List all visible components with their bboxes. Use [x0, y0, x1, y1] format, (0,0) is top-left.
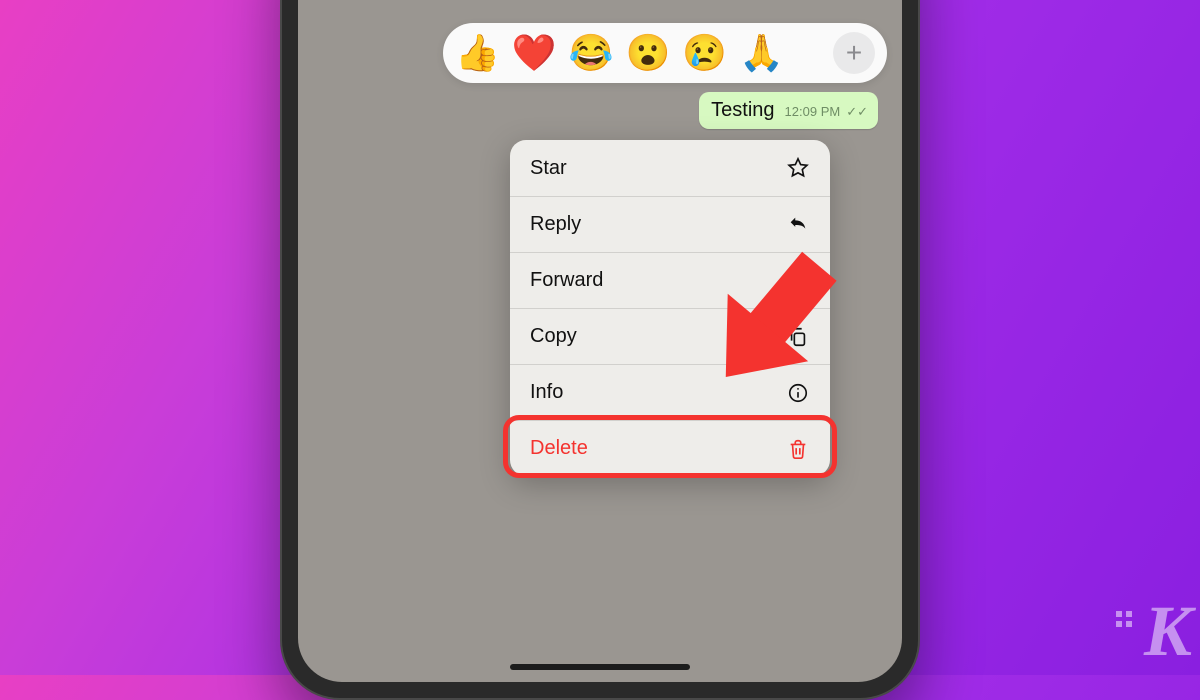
star-icon — [786, 156, 810, 180]
menu-label: Forward — [530, 269, 603, 292]
menu-forward[interactable]: Forward — [510, 252, 830, 308]
forward-icon — [786, 269, 810, 293]
reaction-bar: 👍 ❤️ 😂 😮 😢 🙏 + — [443, 23, 887, 83]
trash-icon — [786, 437, 810, 461]
info-icon — [786, 381, 810, 405]
reaction-sad[interactable]: 😢 — [682, 35, 727, 71]
reply-icon — [786, 213, 810, 237]
menu-delete[interactable]: Delete — [510, 420, 830, 476]
menu-label: Reply — [530, 213, 581, 236]
read-receipt-icon: ✓✓ — [846, 104, 868, 120]
menu-star[interactable]: Star — [510, 140, 830, 196]
message-text: Testing — [711, 99, 774, 122]
reaction-laugh[interactable]: 😂 — [569, 35, 614, 71]
phone-frame: 👍 ❤️ 😂 😮 😢 🙏 + Testing 12:09 PM ✓✓ Star … — [280, 0, 920, 700]
reaction-thumbs-up[interactable]: 👍 — [455, 35, 500, 71]
menu-label: Copy — [530, 325, 577, 348]
menu-label: Delete — [530, 437, 588, 460]
copy-icon — [786, 325, 810, 349]
menu-info[interactable]: Info — [510, 364, 830, 420]
home-indicator[interactable] — [510, 664, 690, 670]
phone-screen: 👍 ❤️ 😂 😮 😢 🙏 + Testing 12:09 PM ✓✓ Star … — [298, 0, 902, 682]
reaction-pray[interactable]: 🙏 — [739, 35, 784, 71]
menu-label: Info — [530, 381, 563, 404]
menu-copy[interactable]: Copy — [510, 308, 830, 364]
reaction-surprised[interactable]: 😮 — [625, 35, 670, 71]
menu-label: Star — [530, 157, 567, 180]
menu-reply[interactable]: Reply — [510, 196, 830, 252]
add-reaction-button[interactable]: + — [833, 32, 875, 74]
message-bubble[interactable]: Testing 12:09 PM ✓✓ — [699, 92, 878, 129]
watermark-dots — [1116, 611, 1132, 627]
watermark-logo: K — [1144, 590, 1188, 673]
context-menu: Star Reply Forward Copy — [510, 140, 830, 476]
reaction-heart[interactable]: ❤️ — [512, 35, 557, 71]
message-time: 12:09 PM — [785, 104, 841, 119]
